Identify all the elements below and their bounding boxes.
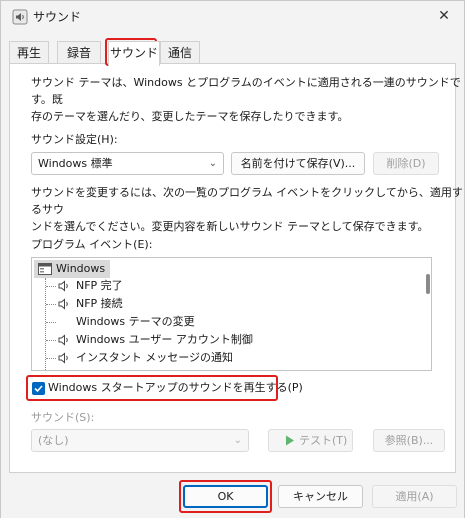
tab-recording[interactable]: 録音: [57, 41, 101, 65]
play-icon: [286, 435, 294, 446]
tree-branch: [46, 286, 56, 287]
close-button[interactable]: ✕: [429, 2, 459, 30]
scheme-select[interactable]: Windows 標準 ⌄: [31, 152, 224, 175]
list-item-windows[interactable]: Windows: [34, 260, 110, 278]
program-events-list[interactable]: Windows NFP 完了 NFP 接続 Windows テーマの変更 Win…: [31, 257, 432, 371]
cancel-button[interactable]: キャンセル: [278, 485, 363, 508]
test-button-label: テスト(T): [299, 434, 348, 447]
chevron-down-icon: ⌄: [233, 435, 242, 446]
speaker-icon: [58, 352, 68, 364]
tree-branch: [46, 340, 56, 341]
list-item[interactable]: NFP 完了: [76, 277, 123, 295]
speaker-icon: [58, 280, 68, 292]
apply-button[interactable]: 適用(A): [372, 485, 457, 508]
tab-communications[interactable]: 通信: [160, 41, 200, 65]
list-item-label: Windows: [56, 262, 106, 275]
speaker-icon: [58, 298, 68, 310]
close-icon: ✕: [438, 8, 450, 24]
tree-branch: [46, 322, 56, 323]
list-item[interactable]: Windows テーマの変更: [76, 313, 195, 331]
save-as-button[interactable]: 名前を付けて保存(V)...: [231, 152, 365, 175]
startup-sound-label[interactable]: Windows スタートアップのサウンドを再生する(P): [48, 381, 303, 395]
change-instructions: サウンドを変更するには、次の一覧のプログラム イベントをクリックしてから、適用す…: [31, 184, 464, 235]
startup-sound-checkbox[interactable]: [32, 382, 45, 395]
theme-description: サウンド テーマは、Windows とプログラムのイベントに適用される一連のサウ…: [31, 74, 464, 125]
instructions-line: サウンドを変更するには、次の一覧のプログラム イベントをクリックしてから、適用す…: [31, 186, 463, 216]
tree-branch: [46, 304, 56, 305]
sound-label: サウンド(S):: [31, 411, 95, 424]
delete-button[interactable]: 削除(D): [373, 152, 439, 175]
window-icon: [38, 263, 52, 275]
tab-sounds[interactable]: サウンド: [108, 41, 160, 66]
instructions-line: ンドを選んでください。変更内容を新しいサウンド テーマとして保存できます。: [31, 220, 429, 233]
tree-branch: [46, 358, 56, 359]
speaker-icon: [12, 9, 28, 25]
list-item[interactable]: インスタント メッセージの通知: [76, 349, 233, 367]
test-button[interactable]: テスト(T): [268, 429, 353, 452]
list-item[interactable]: Windows ユーザー アカウント制御: [76, 331, 253, 349]
sound-select-value: (なし): [38, 434, 69, 447]
check-icon: [34, 385, 43, 393]
scheme-select-value: Windows 標準: [38, 157, 113, 170]
sound-select[interactable]: (なし) ⌄: [31, 429, 249, 452]
chevron-down-icon: ⌄: [208, 158, 217, 169]
browse-button[interactable]: 参照(B)...: [373, 429, 445, 452]
scheme-label: サウンド設定(H):: [31, 133, 118, 146]
description-line: サウンド テーマは、Windows とプログラムのイベントに適用される一連のサウ…: [31, 76, 461, 106]
list-item[interactable]: NFP 接続: [76, 295, 123, 313]
tab-playback[interactable]: 再生: [9, 41, 49, 65]
ok-button[interactable]: OK: [183, 485, 268, 508]
window-title: サウンド: [33, 10, 82, 24]
sound-dialog: サウンド ✕ 再生 録音 サウンド 通信 サウンド テーマは、Windows と…: [0, 0, 465, 518]
scrollbar-thumb[interactable]: [426, 274, 430, 294]
events-label: プログラム イベント(E):: [31, 238, 153, 251]
speaker-icon: [58, 334, 68, 346]
title-bar: サウンド ✕: [1, 1, 464, 33]
description-line: 存のテーマを選んだり、変更したテーマを保存したりできます。: [31, 110, 349, 123]
